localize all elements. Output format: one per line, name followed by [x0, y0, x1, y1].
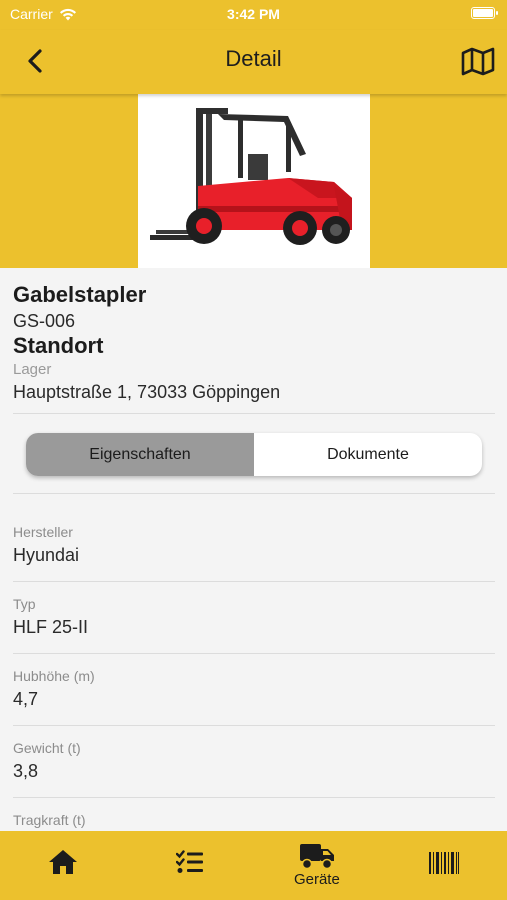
property-label: Hersteller — [13, 524, 73, 540]
tab-geraete-label: Geräte — [293, 871, 340, 888]
location-heading: Standort — [13, 333, 104, 358]
forklift-image — [138, 94, 370, 268]
tab-checklist[interactable] — [127, 831, 254, 900]
location-address: Hauptstraße 1, 73033 Göppingen — [13, 382, 281, 402]
property-value: HLF 25-II — [13, 617, 89, 637]
property-value: Hyundai — [13, 545, 80, 565]
checklist-icon — [176, 850, 204, 873]
list-item: Hubhöhe (m) 4,7 — [13, 654, 495, 726]
location-name: Lager — [13, 361, 52, 378]
barcode-icon — [428, 852, 459, 874]
device-image-area — [0, 94, 507, 268]
battery-icon — [471, 7, 498, 19]
truck-icon — [299, 844, 334, 870]
tab-geraete[interactable]: Geräte — [254, 831, 381, 900]
property-label: Tragkraft (t) — [13, 812, 86, 828]
list-item: Gewicht (t) 3,8 — [13, 726, 495, 798]
segment-eigenschaften[interactable]: Eigenschaften — [26, 433, 254, 476]
divider — [13, 413, 495, 414]
property-label: Gewicht (t) — [13, 740, 81, 756]
list-item: Typ HLF 25-II — [13, 582, 495, 654]
property-value: 3,8 — [13, 761, 39, 781]
map-icon[interactable] — [461, 46, 495, 76]
property-value: 4,7 — [13, 689, 39, 709]
segmented-control: Eigenschaften Dokumente — [26, 433, 482, 476]
page-title: Detail — [225, 46, 282, 71]
device-code: GS-006 — [13, 311, 76, 331]
list-item: Hersteller Hyundai — [13, 510, 495, 582]
tab-bar: Geräte — [0, 831, 507, 900]
divider — [13, 493, 495, 494]
tab-home[interactable] — [0, 831, 127, 900]
property-label: Typ — [13, 596, 36, 612]
home-icon — [49, 850, 78, 874]
segment-dokumente[interactable]: Dokumente — [254, 433, 482, 476]
property-label: Hubhöhe (m) — [13, 668, 95, 684]
status-bar: Carrier 3:42 PM — [0, 0, 507, 30]
navigation-bar: Detail — [0, 30, 507, 94]
device-name: Gabelstapler — [13, 282, 147, 307]
clock: 3:42 PM — [227, 6, 280, 22]
tab-barcode[interactable] — [380, 831, 507, 900]
